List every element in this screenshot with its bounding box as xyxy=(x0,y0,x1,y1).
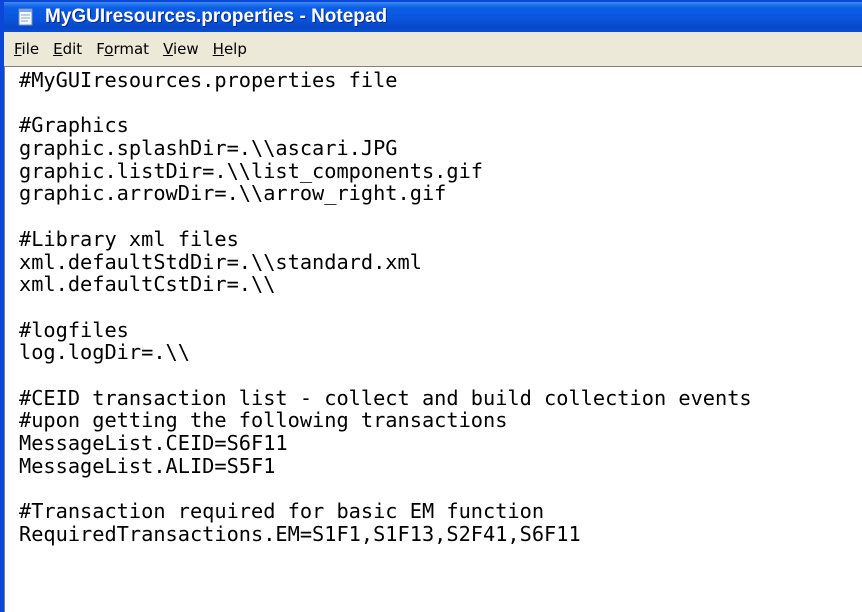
menu-format[interactable]: Format xyxy=(89,40,156,58)
text-line xyxy=(19,364,862,387)
title-bar[interactable]: MyGUIresources.properties - Notepad xyxy=(4,2,862,32)
text-editor[interactable]: #MyGUIresources.properties file #Graphics… xyxy=(4,66,862,612)
text-line: #CEID transaction list - collect and bui… xyxy=(19,385,752,410)
text-line: #Transaction required for basic EM funct… xyxy=(19,499,545,524)
window-title: MyGUIresources.properties - Notepad xyxy=(45,6,388,27)
notepad-window: MyGUIresources.properties - Notepad File… xyxy=(0,0,862,612)
menu-help[interactable]: Help xyxy=(206,40,254,58)
editor-content[interactable]: #MyGUIresources.properties file #Graphics… xyxy=(5,67,862,545)
text-line: graphic.arrowDir=.\\arrow_right.gif xyxy=(19,181,447,206)
text-line: MessageList.CEID=S6F11 xyxy=(19,431,288,455)
text-line: graphic.splashDir=.\\ascari.JPG xyxy=(19,136,398,161)
text-line xyxy=(19,205,862,228)
text-line xyxy=(19,92,862,115)
menu-edit[interactable]: Edit xyxy=(46,40,89,58)
text-line: #upon getting the following transactions xyxy=(19,408,508,433)
menu-bar: File Edit Format View Help xyxy=(4,32,862,67)
text-line: xml.defaultCstDir=.\\ xyxy=(19,272,276,297)
text-line: #Library xml files xyxy=(19,226,239,251)
text-line: xml.defaultStdDir=.\\standard.xml xyxy=(19,249,422,274)
text-line: MessageList.ALID=S5F1 xyxy=(19,453,276,478)
text-line: #logfiles xyxy=(19,317,129,342)
text-line: graphic.listDir=.\\list_components.gif xyxy=(19,158,483,183)
menu-file[interactable]: File xyxy=(7,40,46,58)
text-line xyxy=(19,296,862,319)
text-line: #MyGUIresources.properties file xyxy=(19,68,398,92)
notepad-icon[interactable] xyxy=(18,8,34,26)
menu-view[interactable]: View xyxy=(156,40,206,58)
text-line: RequiredTransactions.EM=S1F1,S1F13,S2F41… xyxy=(19,521,581,546)
text-line: #Graphics xyxy=(19,113,129,138)
text-line: log.logDir=.\\ xyxy=(19,340,190,365)
text-line xyxy=(19,477,862,500)
